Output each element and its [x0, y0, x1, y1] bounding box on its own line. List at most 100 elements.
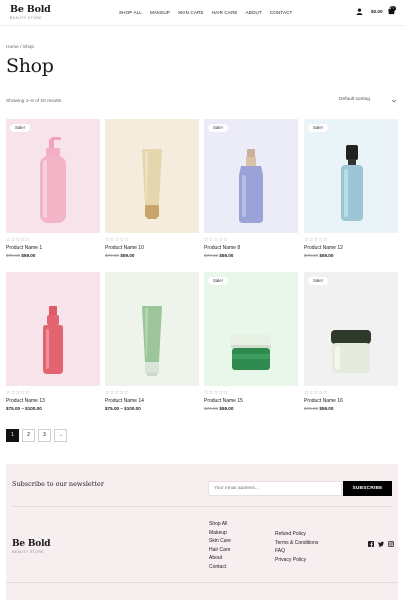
sale-badge: Sale! [10, 124, 30, 132]
footer-link-refund-policy[interactable]: Refund Policy [275, 530, 318, 539]
old-price: $70.00 [304, 253, 319, 258]
page-3-button[interactable]: 3 [38, 429, 51, 442]
dropper-bottle-image [341, 145, 363, 221]
old-price: $70.00 [304, 406, 319, 411]
sale-badge: Sale! [208, 277, 228, 285]
old-price: $70.00 [105, 253, 120, 258]
product-name[interactable]: Product Name 13 [6, 398, 100, 404]
footer-logo[interactable]: Be Bold BEAUTY STORE [12, 539, 51, 554]
product-card[interactable]: ☆☆☆☆☆ Product Name 14 $75.00 – $100.00 [105, 272, 199, 411]
footer-link-makeup[interactable]: Makeup [209, 529, 231, 538]
sale-price: $59.00 [21, 253, 36, 258]
rating-stars: ☆☆☆☆☆ [304, 390, 328, 396]
sale-price: $59.00 [219, 406, 234, 411]
footer-divider [12, 506, 392, 507]
instagram-icon[interactable] [388, 541, 394, 547]
product-card[interactable]: ☆☆☆☆☆ Product Name 10 $70.00 $59.00 [105, 119, 199, 258]
footer-link-contact[interactable]: Contact [209, 563, 231, 572]
product-price: $70.00 $59.00 [204, 406, 298, 411]
nav-about[interactable]: ABOUT [246, 10, 262, 15]
product-price: $75.00 – $100.00 [105, 406, 199, 411]
page-1-button[interactable]: 1 [6, 429, 19, 442]
page-2-button[interactable]: 2 [22, 429, 35, 442]
footer-link-hair-care[interactable]: Hair Care [209, 546, 231, 555]
rating-stars: ☆☆☆☆☆ [6, 237, 30, 243]
product-image[interactable]: Sale! [304, 272, 398, 386]
pump-bottle-image [40, 137, 66, 223]
sale-price: $59.00 [319, 406, 334, 411]
nav-skin-care[interactable]: SKIN CARE [178, 10, 204, 15]
brand-logo[interactable]: Be Bold BEAUTY STORE [10, 5, 51, 21]
footer-link-terms[interactable]: Terms & Conditions [275, 539, 318, 548]
rating-stars: ☆☆☆☆☆ [105, 237, 129, 243]
facebook-icon[interactable] [368, 541, 374, 547]
old-price: $70.00 [204, 406, 219, 411]
social-links [368, 541, 394, 547]
nav-shop-all[interactable]: SHOP ALL [119, 10, 142, 15]
product-name[interactable]: Product Name 12 [304, 245, 398, 251]
main-nav: SHOP ALL MAKEUP SKIN CARE HAIR CARE ABOU… [119, 10, 292, 15]
footer-brand-tagline: BEAUTY STORE [12, 550, 45, 554]
serum-bottle-image [43, 306, 63, 374]
footer-bottom-divider [6, 582, 398, 583]
cart-count-badge: 0 [391, 6, 396, 11]
product-card[interactable]: Sale! ☆☆☆☆☆ Product Name 16 $70.00 $59.0… [304, 272, 398, 411]
subscribe-button[interactable]: SUBSCRIBE [343, 481, 392, 496]
product-image[interactable] [6, 272, 100, 386]
twitter-icon[interactable] [378, 541, 384, 547]
product-card[interactable]: Sale! ☆☆☆☆☆ Product Name 12 $70.00 $59.0… [304, 119, 398, 258]
sort-select[interactable]: Default sorting [339, 97, 399, 106]
site-footer: Subscribe to our newsletter SUBSCRIBE Be… [6, 464, 398, 600]
product-image[interactable] [105, 272, 199, 386]
price-range: $75.00 – $100.00 [6, 406, 42, 411]
product-name[interactable]: Product Name 15 [204, 398, 298, 404]
next-page-button[interactable]: → [54, 429, 67, 442]
product-price: $75.00 – $100.00 [6, 406, 100, 411]
sale-badge: Sale! [208, 124, 228, 132]
product-image[interactable] [105, 119, 199, 233]
user-icon[interactable] [356, 8, 363, 15]
site-header: Be Bold BEAUTY STORE SHOP ALL MAKEUP SKI… [0, 0, 404, 26]
product-card[interactable]: Sale! ☆☆☆☆☆ Product Name 15 $70.00 $59.0… [204, 272, 298, 411]
product-card[interactable]: Sale! ☆☆☆☆☆ Product Name 1 $75.00 $59.00 [6, 119, 100, 258]
nav-hair-care[interactable]: HAIR CARE [212, 10, 238, 15]
rating-stars: ☆☆☆☆☆ [204, 237, 228, 243]
footer-link-about[interactable]: About [209, 554, 231, 563]
tube-image [142, 149, 162, 219]
sale-price: $59.00 [120, 253, 135, 258]
product-image[interactable]: Sale! [304, 119, 398, 233]
rating-stars: ☆☆☆☆☆ [105, 390, 129, 396]
rating-stars: ☆☆☆☆☆ [204, 390, 228, 396]
product-name[interactable]: Product Name 1 [6, 245, 100, 251]
product-price: $70.00 $59.00 [204, 253, 298, 258]
nav-contact[interactable]: CONTACT [270, 10, 293, 15]
footer-link-skin-care[interactable]: Skin Care [209, 537, 231, 546]
product-image[interactable]: Sale! [204, 119, 298, 233]
rating-stars: ☆☆☆☆☆ [304, 237, 328, 243]
product-image[interactable]: Sale! [6, 119, 100, 233]
old-price: $75.00 [6, 253, 21, 258]
nav-makeup[interactable]: MAKEUP [150, 10, 170, 15]
cream-jar-image [231, 334, 271, 370]
sale-price: $59.00 [219, 253, 234, 258]
product-name[interactable]: Product Name 14 [105, 398, 199, 404]
footer-policy-links: Refund Policy Terms & Conditions FAQ Pri… [275, 530, 318, 564]
product-image[interactable]: Sale! [204, 272, 298, 386]
footer-link-faq[interactable]: FAQ [275, 547, 318, 556]
cart-amount[interactable]: $0.00 [371, 9, 383, 14]
product-price: $70.00 $59.00 [105, 253, 199, 258]
breadcrumb[interactable]: Home / Shop [6, 45, 34, 50]
product-name[interactable]: Product Name 16 [304, 398, 398, 404]
product-card[interactable]: ☆☆☆☆☆ Product Name 13 $75.00 – $100.00 [6, 272, 100, 411]
sale-badge: Sale! [308, 277, 328, 285]
sort-selected-label: Default sorting [339, 97, 370, 102]
product-name[interactable]: Product Name 8 [204, 245, 298, 251]
spray-bottle-image [239, 149, 263, 223]
footer-link-privacy-policy[interactable]: Privacy Policy [275, 556, 318, 565]
footer-link-shop-all[interactable]: Shop All [209, 520, 231, 529]
product-price: $70.00 $59.00 [304, 406, 398, 411]
product-card[interactable]: Sale! ☆☆☆☆☆ Product Name 8 $70.00 $59.00 [204, 119, 298, 258]
newsletter-email-input[interactable] [208, 481, 342, 496]
old-price: $70.00 [204, 253, 219, 258]
product-name[interactable]: Product Name 10 [105, 245, 199, 251]
